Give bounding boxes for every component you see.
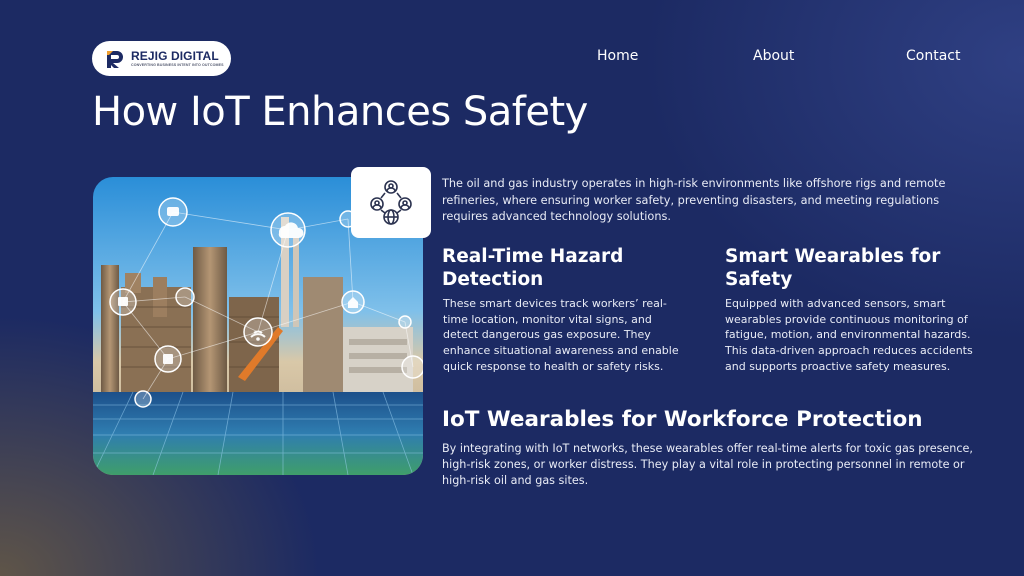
- smart-wearables-heading: Smart Wearables for Safety: [725, 246, 941, 290]
- brand-logo[interactable]: REJIG DIGITAL CONVERTING BUSINESS INTENT…: [92, 41, 231, 76]
- smart-wearables-text: Equipped with advanced sensors, smart we…: [725, 297, 973, 373]
- hazard-detection-heading: Real-Time Hazard Detection: [442, 246, 624, 290]
- workforce-protection-text: By integrating with IoT networks, these …: [442, 442, 973, 488]
- intro-paragraph: The oil and gas industry operates in hig…: [442, 177, 946, 223]
- workforce-protection-heading: IoT Wearables for Workforce Protection: [442, 407, 923, 432]
- nav-home-link[interactable]: Home: [597, 48, 638, 64]
- nav-contact-link[interactable]: Contact: [906, 48, 960, 64]
- rejig-logo-icon: [107, 50, 123, 68]
- brand-tagline: CONVERTING BUSINESS INTENT INTO OUTCOMES: [131, 62, 224, 67]
- page-title: How IoT Enhances Safety: [92, 89, 588, 135]
- nav-about-link[interactable]: About: [753, 48, 794, 64]
- hazard-detection-text: These smart devices track workers’ real-…: [443, 297, 679, 373]
- brand-name: REJIG DIGITAL: [131, 48, 219, 63]
- icon-card: [351, 167, 431, 238]
- connected-people-network-icon: [370, 179, 412, 225]
